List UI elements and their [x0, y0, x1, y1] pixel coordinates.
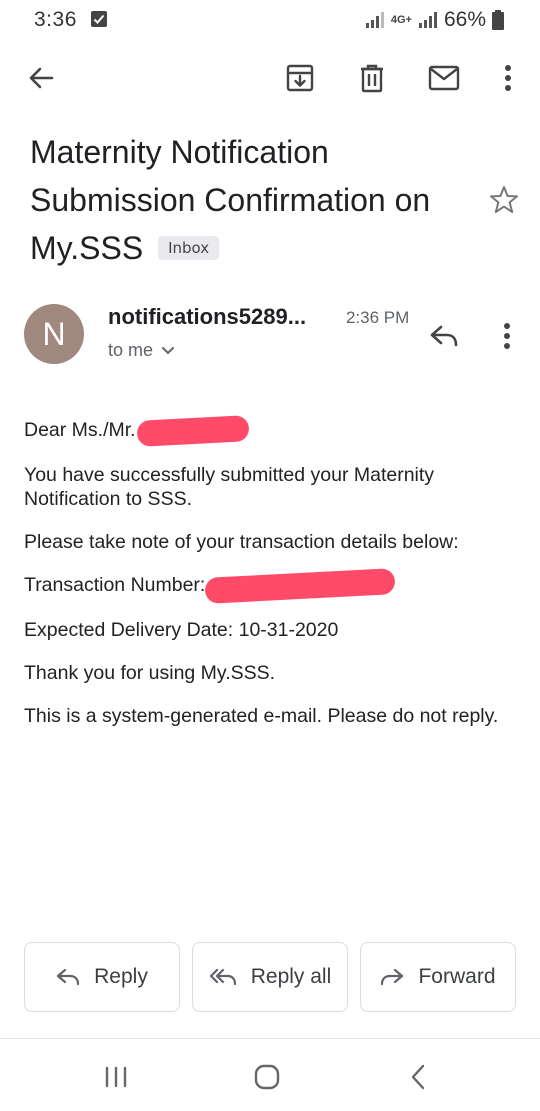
- battery-percent: 66%: [443, 8, 486, 31]
- forward-icon: [381, 968, 404, 986]
- archive-icon: [286, 64, 314, 92]
- signal-2-icon: [418, 12, 437, 28]
- quick-reply-button[interactable]: [420, 312, 468, 360]
- system-notice-line: This is a system-generated e-mail. Pleas…: [24, 705, 499, 727]
- reply-all-label: Reply all: [250, 965, 332, 988]
- archive-button[interactable]: [272, 50, 328, 106]
- more-vert-icon: [505, 65, 511, 91]
- confirmation-paragraph: You have successfully submitted your Mat…: [24, 464, 435, 510]
- mark-unread-button[interactable]: [416, 50, 472, 106]
- reply-actions: Reply Reply all Forward: [24, 942, 516, 1014]
- redaction-mark: [136, 415, 250, 447]
- transaction-label: Transaction Number:: [24, 574, 206, 597]
- subject-text: Maternity Notification Submission Confir…: [30, 134, 431, 266]
- delete-icon: [361, 64, 383, 93]
- delivery-date-line: Expected Delivery Date: 10-31-2020: [24, 619, 339, 641]
- recent-apps-icon: [105, 1066, 127, 1088]
- star-button[interactable]: [484, 180, 524, 220]
- network-type: 4G+: [390, 14, 412, 26]
- reply-icon: [430, 325, 458, 347]
- back-button[interactable]: [13, 50, 69, 106]
- email-toolbar: [0, 50, 540, 106]
- greeting-text: Dear Ms./Mr.: [24, 419, 136, 442]
- recent-apps-button[interactable]: [86, 1057, 146, 1097]
- thank-you-line: Thank you for using My.SSS.: [24, 662, 276, 684]
- status-time: 3:36: [34, 8, 77, 31]
- sender-name[interactable]: notifications5289...: [108, 304, 306, 330]
- reply-icon: [57, 968, 80, 986]
- redaction-mark: [204, 568, 396, 604]
- reply-all-icon: [209, 968, 236, 986]
- reply-label: Reply: [94, 965, 148, 988]
- forward-label: Forward: [418, 965, 496, 988]
- status-right: 4G+ 66%: [365, 8, 504, 32]
- home-icon: [254, 1064, 280, 1090]
- email-body: Dear Ms./Mr. You have successfully submi…: [24, 415, 504, 747]
- status-bar: 3:36 4G+ 66%: [0, 0, 540, 40]
- delete-button[interactable]: [344, 50, 400, 106]
- chevron-down-icon: [162, 346, 175, 354]
- recipient-details[interactable]: to me: [108, 340, 175, 361]
- sent-time: 2:36 PM: [346, 308, 410, 327]
- system-back-button[interactable]: [388, 1057, 448, 1097]
- mark-unread-icon: [428, 65, 460, 91]
- chevron-left-icon: [411, 1064, 425, 1090]
- more-vert-icon: [504, 323, 510, 349]
- sender-avatar[interactable]: N: [24, 304, 84, 364]
- signal-icon: [365, 12, 384, 28]
- email-subject: Maternity Notification Submission Confir…: [30, 128, 470, 272]
- back-arrow-icon: [29, 67, 54, 89]
- star-icon: [490, 186, 518, 213]
- forward-button[interactable]: Forward: [360, 942, 516, 1012]
- toolbar-more-button[interactable]: [480, 50, 536, 106]
- reply-button[interactable]: Reply: [24, 942, 180, 1012]
- inbox-label-chip[interactable]: Inbox: [158, 235, 220, 260]
- greeting-line: Dear Ms./Mr.: [24, 415, 504, 447]
- reply-all-button[interactable]: Reply all: [192, 942, 348, 1012]
- battery-icon: [492, 10, 504, 30]
- system-nav-bar: [0, 1038, 540, 1111]
- details-intro-paragraph: Please take note of your transaction det…: [24, 531, 459, 553]
- recipient-text: to me: [108, 340, 154, 360]
- checkbox-notification-icon: [91, 11, 107, 27]
- message-more-button[interactable]: [490, 312, 524, 360]
- transaction-line: Transaction Number:: [24, 568, 504, 604]
- home-button[interactable]: [237, 1057, 297, 1097]
